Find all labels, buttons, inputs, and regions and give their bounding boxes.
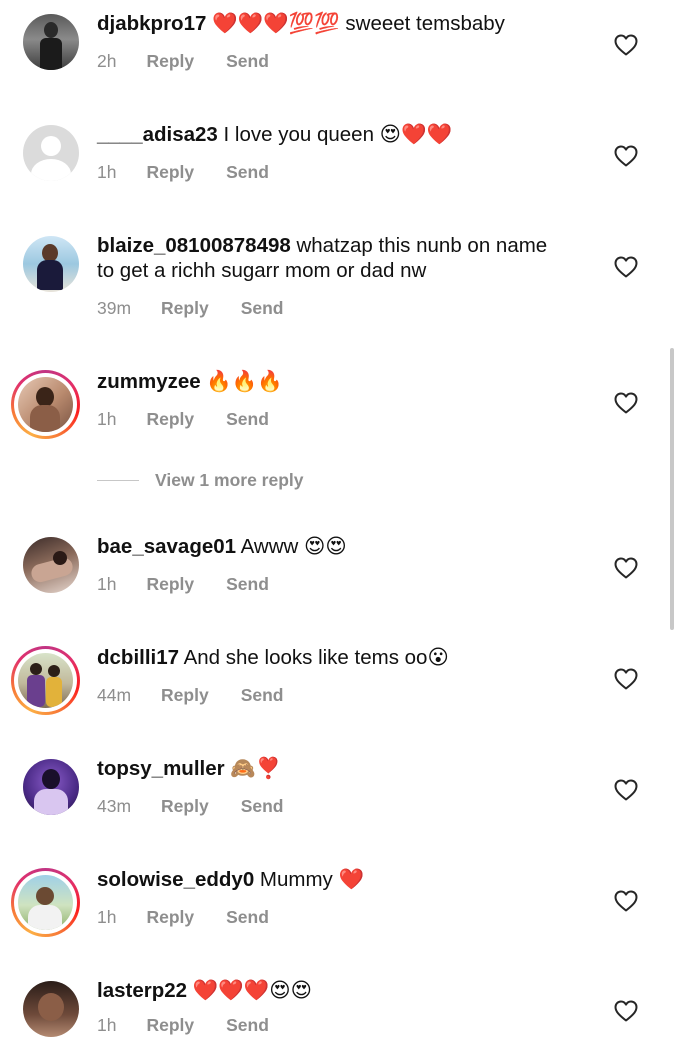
comment-username[interactable]: zummyzee <box>97 370 201 393</box>
heart-outline-icon[interactable] <box>614 890 638 912</box>
comment-time: 1h <box>97 907 117 927</box>
send-button[interactable]: Send <box>226 574 269 595</box>
comment-time: 1h <box>97 162 117 182</box>
comment-text: And she looks like tems oo😮 <box>179 646 449 669</box>
send-button[interactable]: Send <box>226 1015 269 1036</box>
reply-button[interactable]: Reply <box>146 907 194 928</box>
comment-text: ❤️❤️❤️💯💯 sweeet temsbaby <box>206 12 505 35</box>
heart-outline-icon[interactable] <box>614 145 638 167</box>
comment-time: 1h <box>97 574 117 594</box>
avatar[interactable] <box>22 13 80 71</box>
heart-outline-icon[interactable] <box>614 34 638 56</box>
divider <box>97 479 139 482</box>
avatar[interactable] <box>22 536 80 594</box>
reply-button[interactable]: Reply <box>146 574 194 595</box>
heart-outline-icon[interactable] <box>614 1000 638 1022</box>
comment-time: 39m <box>97 298 132 318</box>
comment-text: ❤️❤️❤️😍😍 <box>187 979 313 1002</box>
reply-button[interactable]: Reply <box>161 685 209 706</box>
avatar[interactable] <box>22 124 80 182</box>
comment-username[interactable]: bae_savage01 <box>97 535 236 558</box>
comment-time: 44m <box>97 685 132 705</box>
comment-text: Awww 😍😍 <box>236 535 347 558</box>
comment-time: 1h <box>97 409 117 429</box>
heart-outline-icon[interactable] <box>614 256 638 278</box>
comment-username[interactable]: blaize_08100878498 <box>97 234 291 257</box>
comment-time: 43m <box>97 796 132 816</box>
comment-username[interactable]: solowise_eddy0 <box>97 868 254 891</box>
avatar[interactable] <box>11 370 80 439</box>
view-more-replies-label: View 1 more reply <box>155 470 304 490</box>
avatar[interactable] <box>22 235 80 293</box>
reply-button[interactable]: Reply <box>146 51 194 72</box>
comment-username[interactable]: dcbilli17 <box>97 646 179 669</box>
scrollbar[interactable] <box>670 348 674 630</box>
avatar[interactable] <box>11 646 80 715</box>
comment-text: 🙈❣️ <box>224 757 282 780</box>
heart-outline-icon[interactable] <box>614 668 638 690</box>
reply-button[interactable]: Reply <box>146 162 194 183</box>
send-button[interactable]: Send <box>226 162 269 183</box>
reply-button[interactable]: Reply <box>146 1015 194 1036</box>
comment-username[interactable]: ____adisa23 <box>97 123 218 146</box>
avatar[interactable] <box>22 980 80 1038</box>
reply-button[interactable]: Reply <box>146 409 194 430</box>
comment-text: Mummy ❤️ <box>254 868 365 891</box>
heart-outline-icon[interactable] <box>614 557 638 579</box>
comment-username[interactable]: djabkpro17 <box>97 12 206 35</box>
comment-username[interactable]: lasterp22 <box>97 979 187 1002</box>
send-button[interactable]: Send <box>241 298 284 319</box>
avatar[interactable] <box>22 758 80 816</box>
view-more-replies-button[interactable]: View 1 more reply <box>97 470 304 491</box>
comment-username[interactable]: topsy_muller <box>97 757 225 780</box>
reply-button[interactable]: Reply <box>161 298 209 319</box>
heart-outline-icon[interactable] <box>614 779 638 801</box>
send-button[interactable]: Send <box>226 51 269 72</box>
send-button[interactable]: Send <box>241 685 284 706</box>
reply-button[interactable]: Reply <box>161 796 209 817</box>
send-button[interactable]: Send <box>241 796 284 817</box>
send-button[interactable]: Send <box>226 409 269 430</box>
send-button[interactable]: Send <box>226 907 269 928</box>
heart-outline-icon[interactable] <box>614 392 638 414</box>
comment-text: I love you queen 😍❤️❤️ <box>217 123 453 146</box>
comment-time: 2h <box>97 51 117 71</box>
comment-time: 1h <box>97 1015 117 1035</box>
comment-text: 🔥🔥🔥 <box>200 370 283 393</box>
avatar[interactable] <box>11 868 80 937</box>
